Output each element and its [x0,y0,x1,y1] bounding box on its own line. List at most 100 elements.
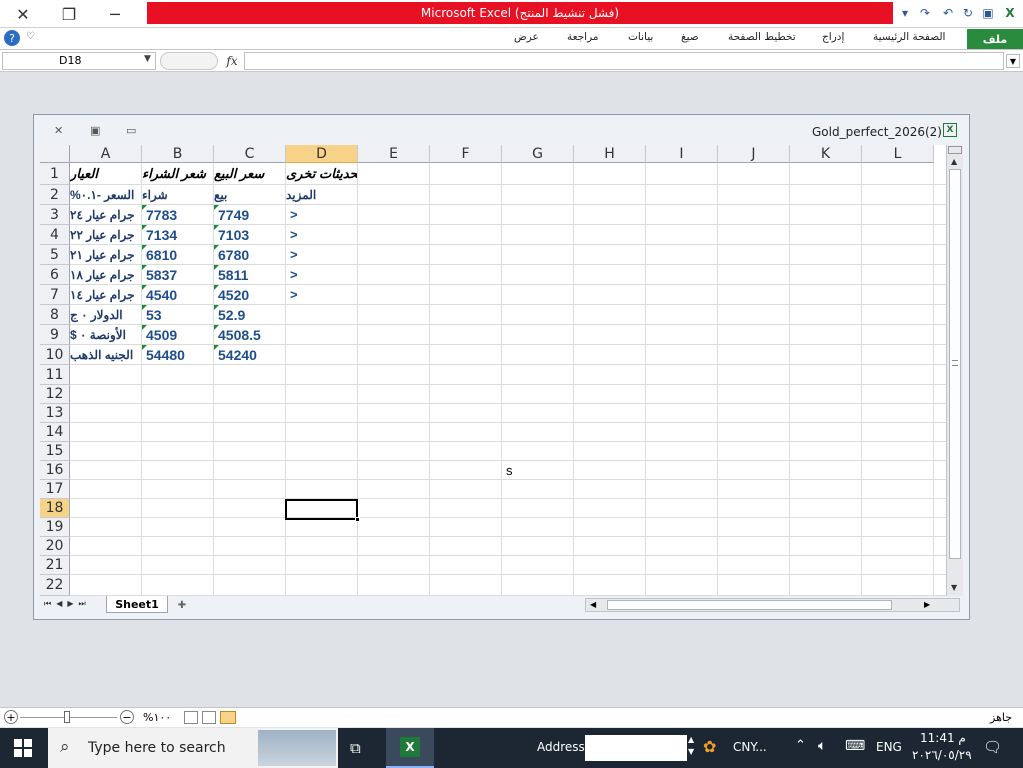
tab-file[interactable]: ملف [967,29,1023,49]
cell-b8[interactable]: 53 [142,305,213,324]
cell-d4[interactable]: > [286,225,357,244]
row-header-22[interactable]: 22 [40,575,70,596]
cell-d2[interactable]: المزيد [286,185,357,204]
cell-a4[interactable]: جرام عيار ٢٢ [70,225,141,244]
cell-a8[interactable]: الدولار ٠ ج [70,305,141,324]
error-indicator-icon[interactable] [214,205,219,210]
cell-a1[interactable]: العيار [70,163,141,184]
cell-c7[interactable]: 4520 [214,285,285,304]
row-header-17[interactable]: 17 [40,480,70,499]
cell-g16[interactable]: s [502,461,573,479]
workbook-close-icon[interactable]: ✕ [54,124,63,137]
cell-a7[interactable]: جرام عيار ١٤ [70,285,141,304]
row-header-13[interactable]: 13 [40,404,70,423]
insert-sheet-icon[interactable]: ✚ [171,598,193,612]
keyboard-icon[interactable]: ⌨ [845,738,865,754]
cell-d6[interactable]: > [286,265,357,284]
cell-d3[interactable]: > [286,205,357,224]
column-header-e[interactable]: E [358,145,430,163]
column-header-i[interactable]: I [646,145,718,163]
row-header-4[interactable]: 4 [40,225,70,245]
cell-c8[interactable]: 52.9 [214,305,285,324]
clock-date[interactable]: ٢٠٢٦/٠٥/٢٩ [912,748,972,762]
error-indicator-icon[interactable] [142,205,147,210]
refresh-icon[interactable]: ↻ [958,3,978,23]
vertical-scroll-thumb[interactable] [949,169,961,559]
tab-insert[interactable]: إدراج [822,31,844,43]
row-header-14[interactable]: 14 [40,423,70,442]
cell-d7[interactable]: > [286,285,357,304]
cell-b9[interactable]: 4509 [142,325,213,344]
tab-view[interactable]: عرض [514,31,539,43]
tab-data[interactable]: بيانات [628,31,653,43]
error-indicator-icon[interactable] [142,345,147,350]
sheet-nav-arrows-icon[interactable]: ⏮◀▶⏭ [44,599,91,609]
close-window-button[interactable]: ✕ [0,0,46,28]
cell-b2[interactable]: شراء [142,185,213,204]
name-box[interactable]: D18 [2,52,156,70]
error-indicator-icon[interactable] [142,265,147,270]
sheet-tab-sheet1[interactable]: Sheet1 [106,596,168,613]
cell-c10[interactable]: 54240 [214,345,285,364]
cell-c5[interactable]: 6780 [214,245,285,264]
cell-a3[interactable]: جرام عيار ٢٤ [70,205,141,224]
currency-widget-label[interactable]: CNY... [733,740,767,754]
row-header-8[interactable]: 8 [40,305,70,325]
scroll-left-icon[interactable]: ◀ [590,600,596,609]
horizontal-scrollbar[interactable]: ◀ ▶ [585,598,960,612]
scroll-down-icon[interactable]: ▼ [951,583,957,592]
error-indicator-icon[interactable] [142,225,147,230]
column-header-l[interactable]: L [862,145,934,163]
cell-c3[interactable]: 7749 [214,205,285,224]
page-break-view-icon[interactable] [184,711,198,724]
row-header-21[interactable]: 21 [40,556,70,575]
redo-icon[interactable]: ↷ [915,3,935,23]
error-indicator-icon[interactable] [142,285,147,290]
cell-a6[interactable]: جرام عيار ١٨ [70,265,141,284]
scroll-right-icon[interactable]: ▶ [924,600,930,609]
cell-b5[interactable]: 6810 [142,245,213,264]
cell-b4[interactable]: 7134 [142,225,213,244]
worksheet-grid[interactable]: ABCDEFGHIJKL 1 2 3 4 5 6 7 8 9 10 11 12 13 14 15 16 17 18… [40,145,955,596]
cell-c2[interactable]: بيع [214,185,285,204]
cell-c9[interactable]: 4508.5 [214,325,285,344]
volume-icon[interactable]: 🔈︎ [818,738,826,754]
column-header-h[interactable]: H [574,145,646,163]
formula-bar-splitter[interactable] [160,52,218,70]
error-indicator-icon[interactable] [214,305,219,310]
error-indicator-icon[interactable] [214,225,219,230]
formula-input[interactable] [244,52,1004,70]
restore-window-button[interactable]: ❐ [46,0,92,28]
row-header-9[interactable]: 9 [40,325,70,345]
row-header-18[interactable]: 18 [40,499,70,518]
language-indicator[interactable]: ENG [876,740,902,754]
customize-qat-icon[interactable]: ▾ [895,3,915,23]
row-header-20[interactable]: 20 [40,537,70,556]
error-indicator-icon[interactable] [214,245,219,250]
cell-b7[interactable]: 4540 [142,285,213,304]
taskbar-search-box[interactable]: ⌕ Type here to search [48,728,338,768]
cell-b6[interactable]: 5837 [142,265,213,284]
error-indicator-icon[interactable] [214,345,219,350]
row-header-1[interactable]: 1 [40,163,70,185]
error-indicator-icon[interactable] [214,325,219,330]
cell-a2[interactable]: السعر -٠.١% [70,185,141,204]
cell-d1[interactable]: تحديثات تخرى [286,163,357,184]
cell-b10[interactable]: 54480 [142,345,213,364]
cell-c6[interactable]: 5811 [214,265,285,284]
name-box-dropdown-icon[interactable]: ▼ [144,54,151,64]
select-all-corner[interactable] [40,145,70,163]
zoom-level[interactable]: %١٠٠ [143,711,171,724]
row-header-10[interactable]: 10 [40,345,70,365]
insert-function-icon[interactable]: fx [222,52,242,70]
page-layout-view-icon[interactable] [202,711,216,724]
row-header-2[interactable]: 2 [40,185,70,205]
cell-b3[interactable]: 7783 [142,205,213,224]
undo-icon[interactable]: ↶ [938,3,958,23]
error-indicator-icon[interactable] [142,245,147,250]
task-view-icon[interactable]: ⧉ [350,739,361,757]
error-indicator-icon[interactable] [142,305,147,310]
workbook-restore-icon[interactable]: ▣ [90,124,100,137]
address-input[interactable] [585,735,687,761]
help-icon[interactable]: ? [4,30,20,46]
